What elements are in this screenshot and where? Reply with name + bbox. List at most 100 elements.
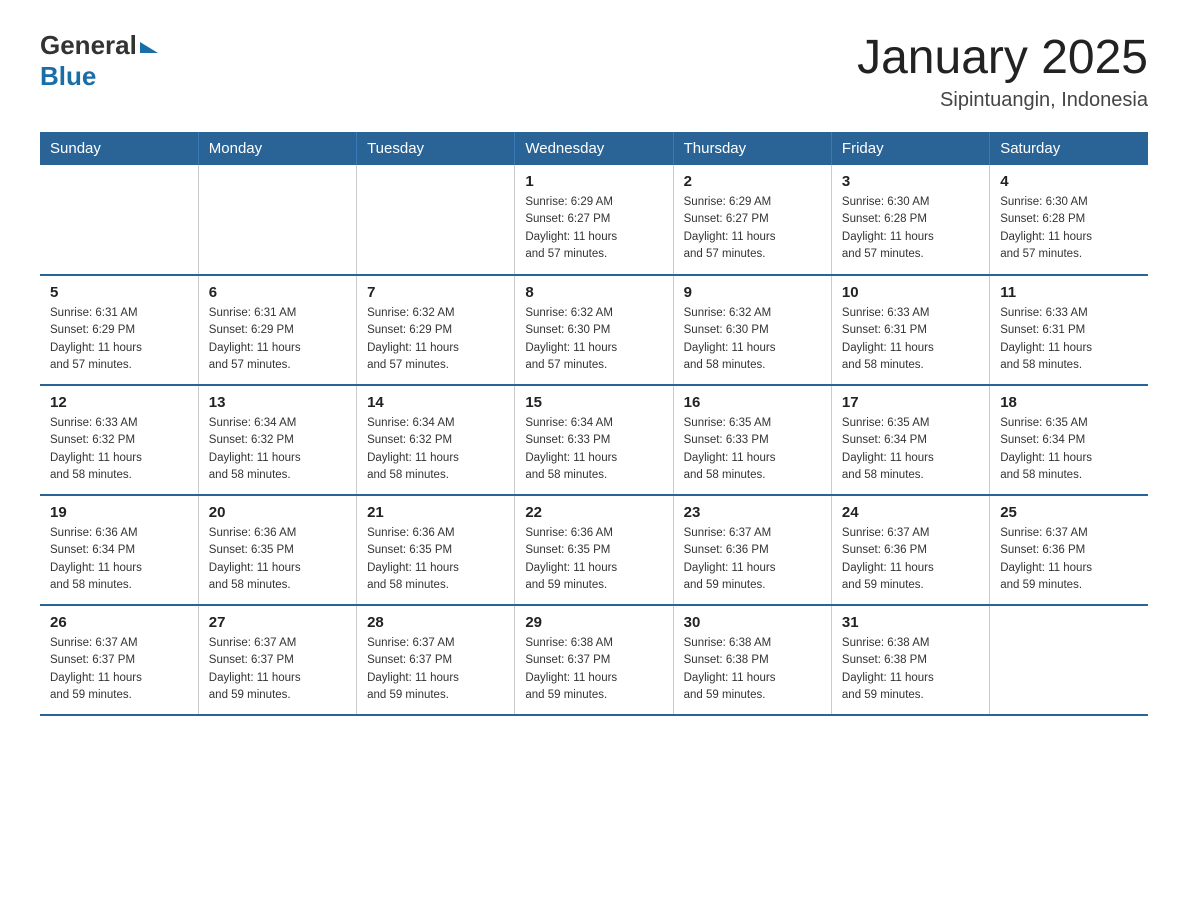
day-number: 25 [1000, 504, 1138, 521]
calendar-week-row: 1 Sunrise: 6:29 AM Sunset: 6:27 PM Daylig… [40, 165, 1148, 275]
day-number: 6 [209, 284, 346, 301]
calendar-cell: 26 Sunrise: 6:37 AM Sunset: 6:37 PM Dayli… [40, 605, 198, 715]
day-info: Sunrise: 6:35 AM Sunset: 6:34 PM Dayligh… [1000, 415, 1138, 484]
header-cell-saturday: Saturday [990, 132, 1148, 165]
calendar-cell: 14Sunrise: 6:34 AM Sunset: 6:32 PM Dayli… [357, 385, 515, 495]
day-info: Sunrise: 6:30 AM Sunset: 6:28 PM Dayligh… [1000, 194, 1138, 263]
day-info: Sunrise: 6:36 AM Sunset: 6:35 PM Dayligh… [525, 525, 662, 594]
day-info: Sunrise: 6:33 AM Sunset: 6:31 PM Dayligh… [1000, 305, 1138, 374]
calendar-week-row: 26 Sunrise: 6:37 AM Sunset: 6:37 PM Dayli… [40, 605, 1148, 715]
calendar-cell: 9Sunrise: 6:32 AM Sunset: 6:30 PM Daylig… [673, 275, 831, 385]
calendar-cell: 20 Sunrise: 6:36 AM Sunset: 6:35 PM Dayli… [198, 495, 356, 605]
page-header: General Blue January 2025 Sipintuangin, … [40, 30, 1148, 112]
day-info: Sunrise: 6:33 AM Sunset: 6:31 PM Dayligh… [842, 305, 979, 374]
calendar-cell: 12 Sunrise: 6:33 AM Sunset: 6:32 PM Dayli… [40, 385, 198, 495]
calendar-cell: 18 Sunrise: 6:35 AM Sunset: 6:34 PM Dayli… [990, 385, 1148, 495]
header-cell-friday: Friday [831, 132, 989, 165]
header-cell-wednesday: Wednesday [515, 132, 673, 165]
day-info: Sunrise: 6:36 AM Sunset: 6:34 PM Dayligh… [50, 525, 188, 594]
day-info: Sunrise: 6:37 AM Sunset: 6:36 PM Dayligh… [842, 525, 979, 594]
calendar-cell [990, 605, 1148, 715]
day-number: 26 [50, 614, 188, 631]
logo-blue-text: Blue [40, 61, 96, 92]
day-number: 11 [1000, 284, 1138, 301]
day-info: Sunrise: 6:37 AM Sunset: 6:36 PM Dayligh… [684, 525, 821, 594]
day-number: 3 [842, 173, 979, 190]
day-number: 21 [367, 504, 504, 521]
day-info: Sunrise: 6:38 AM Sunset: 6:38 PM Dayligh… [684, 635, 821, 704]
day-number: 18 [1000, 394, 1138, 411]
day-info: Sunrise: 6:32 AM Sunset: 6:30 PM Dayligh… [684, 305, 821, 374]
calendar-cell: 21 Sunrise: 6:36 AM Sunset: 6:35 PM Dayli… [357, 495, 515, 605]
day-number: 17 [842, 394, 979, 411]
day-number: 31 [842, 614, 979, 631]
day-number: 1 [525, 173, 662, 190]
day-number: 22 [525, 504, 662, 521]
calendar-cell [357, 165, 515, 275]
day-info: Sunrise: 6:33 AM Sunset: 6:32 PM Dayligh… [50, 415, 188, 484]
calendar-cell: 23Sunrise: 6:37 AM Sunset: 6:36 PM Dayli… [673, 495, 831, 605]
day-number: 15 [525, 394, 662, 411]
day-number: 10 [842, 284, 979, 301]
calendar-cell: 6 Sunrise: 6:31 AM Sunset: 6:29 PM Daylig… [198, 275, 356, 385]
header-cell-tuesday: Tuesday [357, 132, 515, 165]
day-number: 4 [1000, 173, 1138, 190]
calendar-cell: 17Sunrise: 6:35 AM Sunset: 6:34 PM Dayli… [831, 385, 989, 495]
day-number: 29 [525, 614, 662, 631]
day-number: 19 [50, 504, 188, 521]
month-title: January 2025 [857, 30, 1148, 85]
calendar-cell: 19 Sunrise: 6:36 AM Sunset: 6:34 PM Dayli… [40, 495, 198, 605]
day-number: 5 [50, 284, 188, 301]
day-info: Sunrise: 6:38 AM Sunset: 6:37 PM Dayligh… [525, 635, 662, 704]
day-info: Sunrise: 6:31 AM Sunset: 6:29 PM Dayligh… [209, 305, 346, 374]
calendar-cell: 1 Sunrise: 6:29 AM Sunset: 6:27 PM Daylig… [515, 165, 673, 275]
calendar-table: SundayMondayTuesdayWednesdayThursdayFrid… [40, 132, 1148, 716]
day-number: 24 [842, 504, 979, 521]
calendar-cell: 16 Sunrise: 6:35 AM Sunset: 6:33 PM Dayli… [673, 385, 831, 495]
calendar-cell: 28Sunrise: 6:37 AM Sunset: 6:37 PM Dayli… [357, 605, 515, 715]
day-info: Sunrise: 6:32 AM Sunset: 6:30 PM Dayligh… [525, 305, 662, 374]
header-row: SundayMondayTuesdayWednesdayThursdayFrid… [40, 132, 1148, 165]
calendar-cell: 29 Sunrise: 6:38 AM Sunset: 6:37 PM Dayli… [515, 605, 673, 715]
day-info: Sunrise: 6:29 AM Sunset: 6:27 PM Dayligh… [684, 194, 821, 263]
day-info: Sunrise: 6:32 AM Sunset: 6:29 PM Dayligh… [367, 305, 504, 374]
location-text: Sipintuangin, Indonesia [857, 89, 1148, 112]
logo: General Blue [40, 30, 158, 92]
calendar-cell: 11 Sunrise: 6:33 AM Sunset: 6:31 PM Dayli… [990, 275, 1148, 385]
day-info: Sunrise: 6:37 AM Sunset: 6:37 PM Dayligh… [209, 635, 346, 704]
day-info: Sunrise: 6:37 AM Sunset: 6:36 PM Dayligh… [1000, 525, 1138, 594]
calendar-cell: 2 Sunrise: 6:29 AM Sunset: 6:27 PM Daylig… [673, 165, 831, 275]
logo-general-text: General [40, 30, 137, 61]
day-info: Sunrise: 6:31 AM Sunset: 6:29 PM Dayligh… [50, 305, 188, 374]
calendar-cell [198, 165, 356, 275]
calendar-header: SundayMondayTuesdayWednesdayThursdayFrid… [40, 132, 1148, 165]
day-info: Sunrise: 6:35 AM Sunset: 6:33 PM Dayligh… [684, 415, 821, 484]
day-info: Sunrise: 6:36 AM Sunset: 6:35 PM Dayligh… [367, 525, 504, 594]
day-info: Sunrise: 6:34 AM Sunset: 6:32 PM Dayligh… [209, 415, 346, 484]
calendar-cell: 24 Sunrise: 6:37 AM Sunset: 6:36 PM Dayli… [831, 495, 989, 605]
calendar-cell: 25 Sunrise: 6:37 AM Sunset: 6:36 PM Dayli… [990, 495, 1148, 605]
day-number: 2 [684, 173, 821, 190]
calendar-week-row: 12 Sunrise: 6:33 AM Sunset: 6:32 PM Dayli… [40, 385, 1148, 495]
calendar-week-row: 5 Sunrise: 6:31 AM Sunset: 6:29 PM Daylig… [40, 275, 1148, 385]
calendar-cell: 8 Sunrise: 6:32 AM Sunset: 6:30 PM Daylig… [515, 275, 673, 385]
day-number: 16 [684, 394, 821, 411]
day-info: Sunrise: 6:38 AM Sunset: 6:38 PM Dayligh… [842, 635, 979, 704]
day-info: Sunrise: 6:36 AM Sunset: 6:35 PM Dayligh… [209, 525, 346, 594]
day-number: 12 [50, 394, 188, 411]
calendar-cell [40, 165, 198, 275]
day-info: Sunrise: 6:34 AM Sunset: 6:33 PM Dayligh… [525, 415, 662, 484]
day-number: 20 [209, 504, 346, 521]
calendar-cell: 4 Sunrise: 6:30 AM Sunset: 6:28 PM Daylig… [990, 165, 1148, 275]
calendar-cell: 7Sunrise: 6:32 AM Sunset: 6:29 PM Daylig… [357, 275, 515, 385]
day-number: 14 [367, 394, 504, 411]
day-number: 8 [525, 284, 662, 301]
day-info: Sunrise: 6:37 AM Sunset: 6:37 PM Dayligh… [50, 635, 188, 704]
calendar-week-row: 19 Sunrise: 6:36 AM Sunset: 6:34 PM Dayli… [40, 495, 1148, 605]
header-cell-sunday: Sunday [40, 132, 198, 165]
calendar-cell: 27Sunrise: 6:37 AM Sunset: 6:37 PM Dayli… [198, 605, 356, 715]
calendar-cell: 31 Sunrise: 6:38 AM Sunset: 6:38 PM Dayli… [831, 605, 989, 715]
calendar-cell: 5 Sunrise: 6:31 AM Sunset: 6:29 PM Daylig… [40, 275, 198, 385]
day-info: Sunrise: 6:29 AM Sunset: 6:27 PM Dayligh… [525, 194, 662, 263]
calendar-cell: 3Sunrise: 6:30 AM Sunset: 6:28 PM Daylig… [831, 165, 989, 275]
